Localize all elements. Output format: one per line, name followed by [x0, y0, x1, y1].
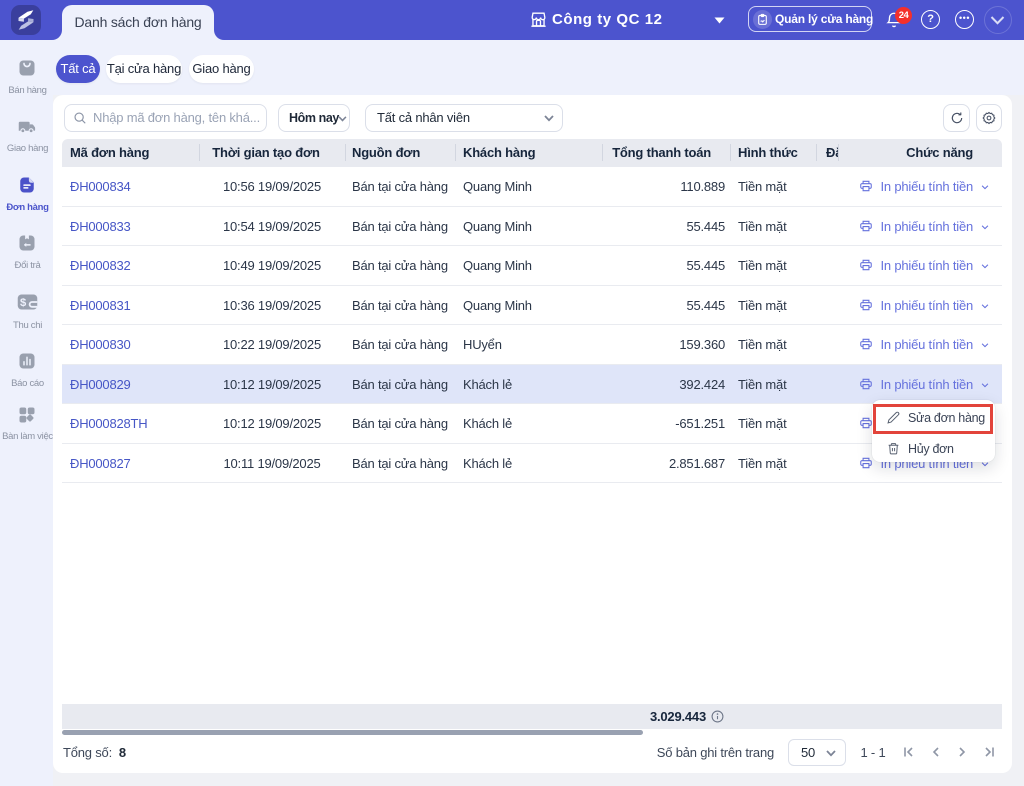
svg-text:$: $ [20, 297, 27, 309]
